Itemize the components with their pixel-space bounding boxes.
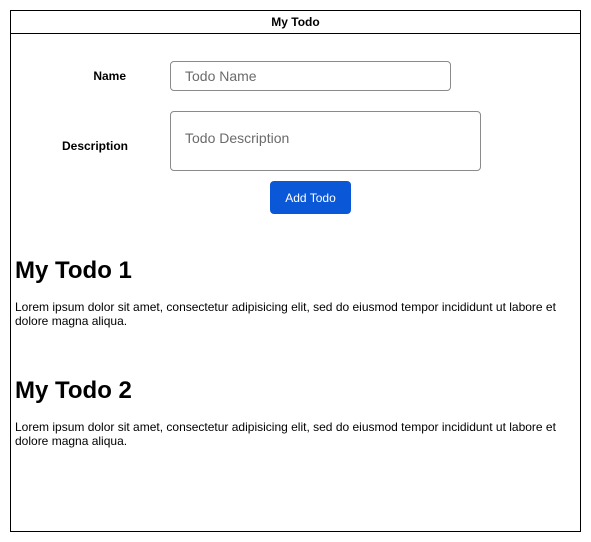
app-window: My Todo Name Description Add Todo My Tod…	[10, 10, 581, 532]
description-label: Description	[61, 139, 128, 153]
todo-item: My Todo 1 Lorem ipsum dolor sit amet, co…	[15, 256, 577, 328]
name-label: Name	[93, 69, 126, 83]
window-title: My Todo	[11, 11, 580, 34]
todo-title: My Todo 2	[15, 377, 132, 404]
todo-description: Lorem ipsum dolor sit amet, consectetur …	[15, 420, 556, 448]
todo-description: Lorem ipsum dolor sit amet, consectetur …	[15, 300, 556, 328]
add-todo-button[interactable]: Add Todo	[270, 181, 351, 214]
todo-title: My Todo 1	[15, 257, 132, 284]
todo-item: My Todo 2 Lorem ipsum dolor sit amet, co…	[15, 376, 577, 448]
todo-description-input[interactable]	[170, 111, 481, 171]
todo-name-input[interactable]	[170, 61, 451, 91]
